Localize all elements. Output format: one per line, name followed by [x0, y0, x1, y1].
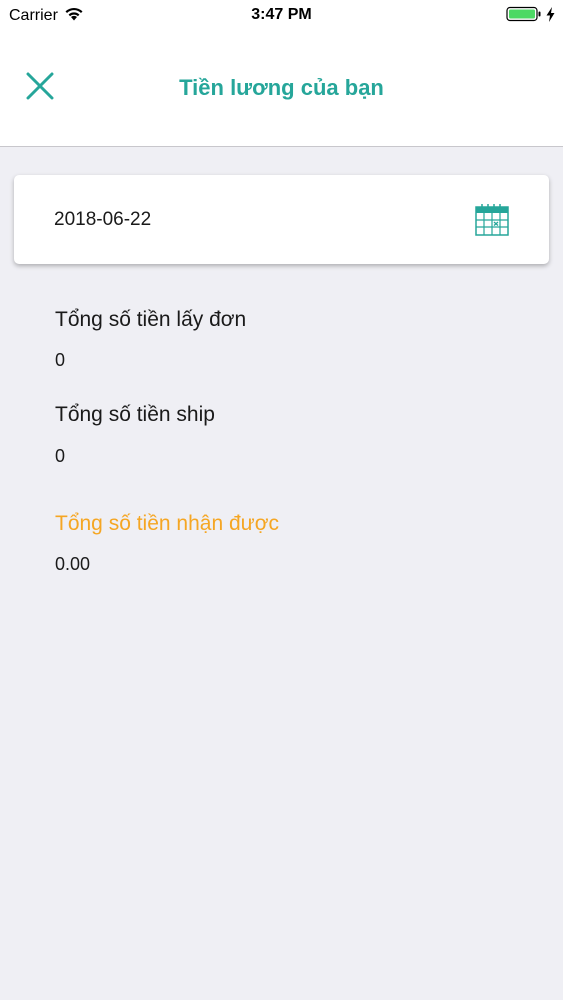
order-total-label: Tổng số tiền lấy đơn [55, 308, 247, 331]
received-total-label: Tổng số tiền nhận được [55, 512, 279, 535]
date-picker-card[interactable]: 2018-06-22 [14, 175, 549, 264]
calendar-icon [474, 204, 510, 242]
ship-total-label: Tổng số tiền ship [55, 403, 215, 426]
calendar-button[interactable] [474, 202, 510, 238]
status-bar: Carrier 3:47 PM [0, 0, 563, 30]
selected-date[interactable]: 2018-06-22 [54, 209, 151, 231]
status-time: 3:47 PM [251, 6, 312, 23]
battery-icon [506, 6, 542, 27]
nav-bar: Tiền lương của bạn [0, 30, 563, 147]
status-right [506, 6, 555, 27]
received-total-value: 0.00 [55, 554, 91, 574]
order-total-value: 0 [55, 350, 66, 370]
charging-bolt-icon [546, 6, 555, 27]
ship-total-value: 0 [55, 446, 66, 466]
page-title: Tiền lương của bạn [179, 75, 384, 100]
